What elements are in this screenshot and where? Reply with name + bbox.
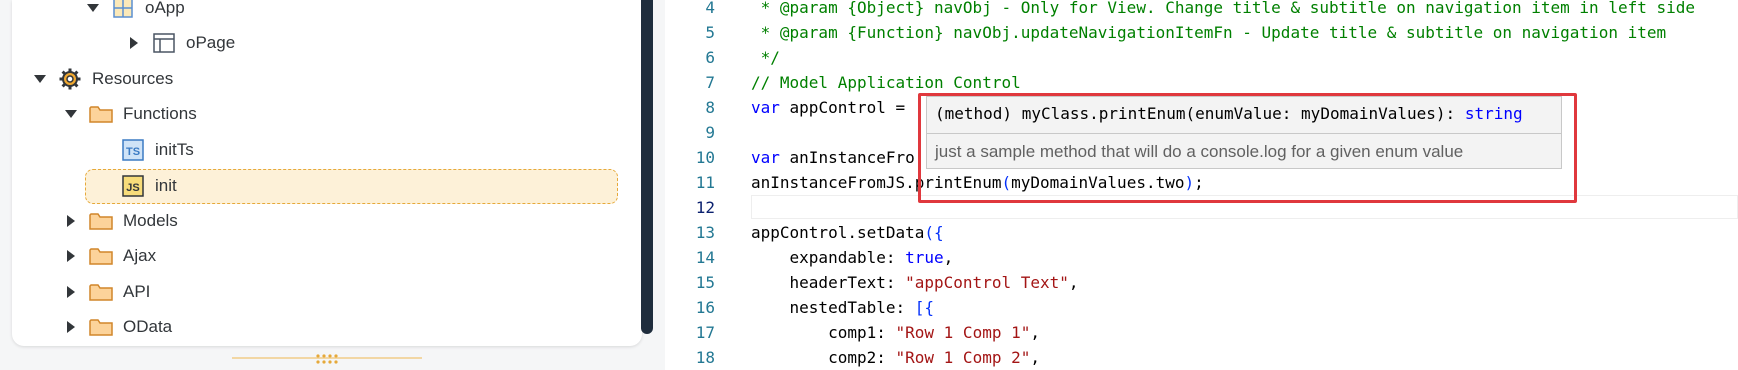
chevron-right-icon[interactable] <box>124 36 144 50</box>
tree-item-init[interactable]: JS init <box>121 169 177 203</box>
hover-divider <box>927 133 1561 134</box>
tree-item-ajax[interactable]: Ajax <box>61 239 156 273</box>
folder-icon <box>89 281 113 303</box>
line-number: 6 <box>705 48 715 67</box>
tree-scrollbar[interactable] <box>641 0 653 334</box>
chevron-right-icon[interactable] <box>61 285 81 299</box>
tree-item-label: initTs <box>155 140 194 159</box>
chevron-down-icon[interactable] <box>83 3 103 13</box>
line-number-current: 12 <box>695 198 715 217</box>
tree-item-label: Models <box>123 211 178 230</box>
folder-icon <box>89 316 113 338</box>
code-line: nestedTable: [{ <box>751 298 935 317</box>
hover-tooltip: (method) myClass.printEnum(enumValue: my… <box>926 96 1562 169</box>
tree-item-label: oPage <box>186 33 236 52</box>
tree-item-functions[interactable]: Functions <box>61 97 197 131</box>
tree-item-initts[interactable]: TS initTs <box>121 133 194 167</box>
code-line: comp2: "Row 1 Comp 2", <box>751 348 1040 367</box>
gear-icon <box>58 68 82 90</box>
tree-item-label: OData <box>123 317 173 336</box>
line-number: 16 <box>695 298 715 317</box>
code-line: var anInstanceFro <box>751 148 915 167</box>
tree-item-opage[interactable]: oPage <box>124 26 235 60</box>
tree-item-odata[interactable]: OData <box>61 310 172 344</box>
code-line: var appControl = <box>751 98 915 117</box>
svg-text:TS: TS <box>126 146 140 158</box>
code-line: appControl.setData({ <box>751 223 944 242</box>
line-number: 11 <box>695 173 715 192</box>
code-line: comp1: "Row 1 Comp 1", <box>751 323 1040 342</box>
chevron-right-icon[interactable] <box>61 214 81 228</box>
folder-icon <box>89 245 113 267</box>
typescript-file-icon: TS <box>121 139 145 161</box>
line-number: 8 <box>705 98 715 117</box>
tree-item-label: Resources <box>92 69 174 88</box>
chevron-down-icon[interactable] <box>61 109 81 119</box>
code-line: expandable: true, <box>751 248 954 267</box>
tree-item-label: init <box>155 176 177 195</box>
app-grid-icon <box>111 0 135 19</box>
hover-return-type: string <box>1464 104 1523 123</box>
tree-item-resources[interactable]: Resources <box>30 62 173 96</box>
line-number: 17 <box>695 323 715 342</box>
folder-icon <box>89 103 113 125</box>
line-number: 4 <box>705 0 715 17</box>
hover-signature: (method) myClass.printEnum(enumValue: my… <box>935 104 1523 123</box>
chevron-right-icon[interactable] <box>61 320 81 334</box>
tree-item-label: oApp <box>145 0 185 17</box>
code-line: * @param {Object} navObj - Only for View… <box>751 0 1696 17</box>
tree-item-label: Functions <box>123 104 197 123</box>
line-number: 18 <box>695 348 715 367</box>
hover-documentation: just a sample method that will do a cons… <box>935 142 1464 161</box>
tree-item-oapp[interactable]: oApp <box>83 0 185 25</box>
code-line: anInstanceFromJS.printEnum(myDomainValue… <box>751 173 1204 192</box>
chevron-down-icon[interactable] <box>30 74 50 84</box>
line-number: 7 <box>705 73 715 92</box>
line-number: 10 <box>695 148 715 167</box>
code-line: * @param {Function} navObj.updateNavigat… <box>751 23 1667 42</box>
svg-text:JS: JS <box>126 182 139 194</box>
current-line-indicator <box>751 195 1738 219</box>
code-line: */ <box>751 48 780 67</box>
drag-handle-icon[interactable] <box>315 352 339 364</box>
code-line: // Model Application Control <box>751 73 1021 92</box>
tree-item-label: Ajax <box>123 246 157 265</box>
code-line: headerText: "appControl Text", <box>751 273 1079 292</box>
javascript-file-icon: JS <box>121 175 145 197</box>
code-editor[interactable]: 4 5 6 7 8 9 10 11 12 13 14 15 16 17 18 *… <box>665 0 1738 370</box>
tree-item-label: API <box>123 282 151 301</box>
line-number: 5 <box>705 23 715 42</box>
line-number: 9 <box>705 123 715 142</box>
line-number: 14 <box>695 248 715 267</box>
tree-item-models[interactable]: Models <box>61 204 178 238</box>
line-number: 15 <box>695 273 715 292</box>
tree-item-api[interactable]: API <box>61 275 150 309</box>
line-number: 13 <box>695 223 715 242</box>
folder-icon <box>89 210 113 232</box>
chevron-right-icon[interactable] <box>61 249 81 263</box>
page-layout-icon <box>152 32 176 54</box>
